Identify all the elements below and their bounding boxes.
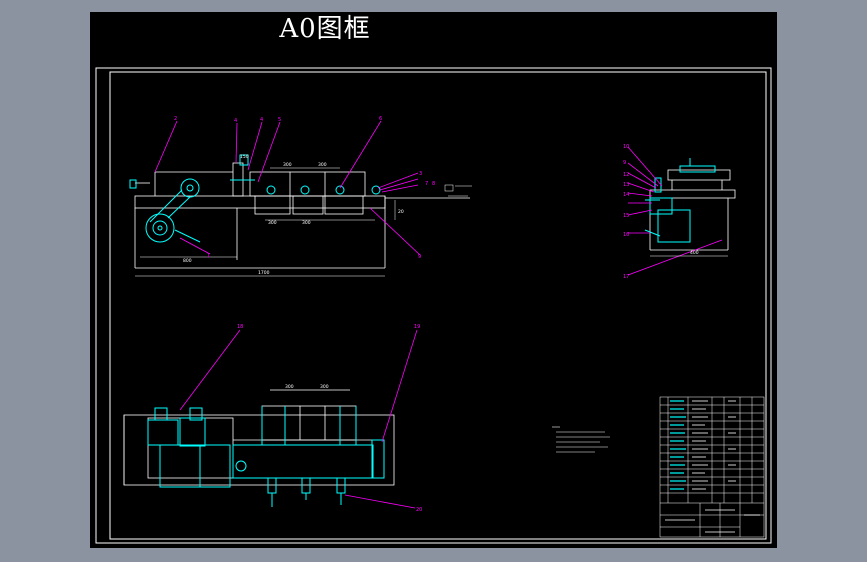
dim-300c: 300 [268, 220, 277, 226]
dim-300b: 300 [318, 162, 327, 168]
balloon-19: 19 [414, 324, 420, 330]
cad-drawing: 2 4 4 5 6 3 7 8 1 9 300 300 150 300 300 … [95, 67, 772, 544]
balloon-16: 16 [623, 232, 629, 238]
balloon-7: 7 [425, 181, 428, 187]
front-dims [135, 167, 396, 277]
outer-border [95, 67, 772, 544]
side-view: 10 9 12 13 14 15 16 17 400 [623, 144, 736, 280]
balloon-4a: 4 [234, 118, 237, 124]
balloon-9: 9 [418, 254, 421, 260]
side-dim-400: 400 [690, 250, 699, 256]
plan-dim-300b: 300 [320, 384, 329, 390]
front-leaders [154, 120, 421, 256]
dim-800: 800 [183, 258, 192, 264]
plan-dim-300a: 300 [285, 384, 294, 390]
balloon-5: 5 [278, 117, 281, 123]
balloon-9s: 9 [623, 160, 626, 166]
balloon-4b: 4 [260, 117, 263, 123]
balloon-6: 6 [379, 116, 382, 122]
technical-notes [552, 426, 610, 453]
front-view: 2 4 4 5 6 3 7 8 1 9 300 300 150 300 300 … [129, 116, 472, 277]
balloon-20: 20 [416, 507, 422, 513]
balloon-15: 15 [623, 213, 629, 219]
balloon-13: 13 [623, 182, 629, 188]
balloon-18: 18 [237, 324, 243, 330]
dim-150: 150 [240, 154, 249, 160]
balloon-12: 12 [623, 172, 629, 178]
plan-view: 18 19 20 300 300 [123, 324, 422, 513]
parts-list [659, 396, 765, 538]
balloon-2: 2 [174, 116, 177, 122]
dim-1700: 1700 [258, 270, 270, 276]
balloon-17: 17 [623, 274, 629, 280]
balloon-1: 1 [207, 253, 210, 259]
dim-300a: 300 [283, 162, 292, 168]
balloon-14: 14 [623, 192, 629, 198]
dim-300d: 300 [302, 220, 311, 226]
dim-20: 20 [398, 209, 404, 215]
balloon-10: 10 [623, 144, 629, 150]
balloon-3: 3 [419, 171, 422, 177]
front-frame [134, 162, 470, 269]
parts-list-text [665, 400, 760, 533]
balloon-8: 8 [432, 181, 435, 187]
